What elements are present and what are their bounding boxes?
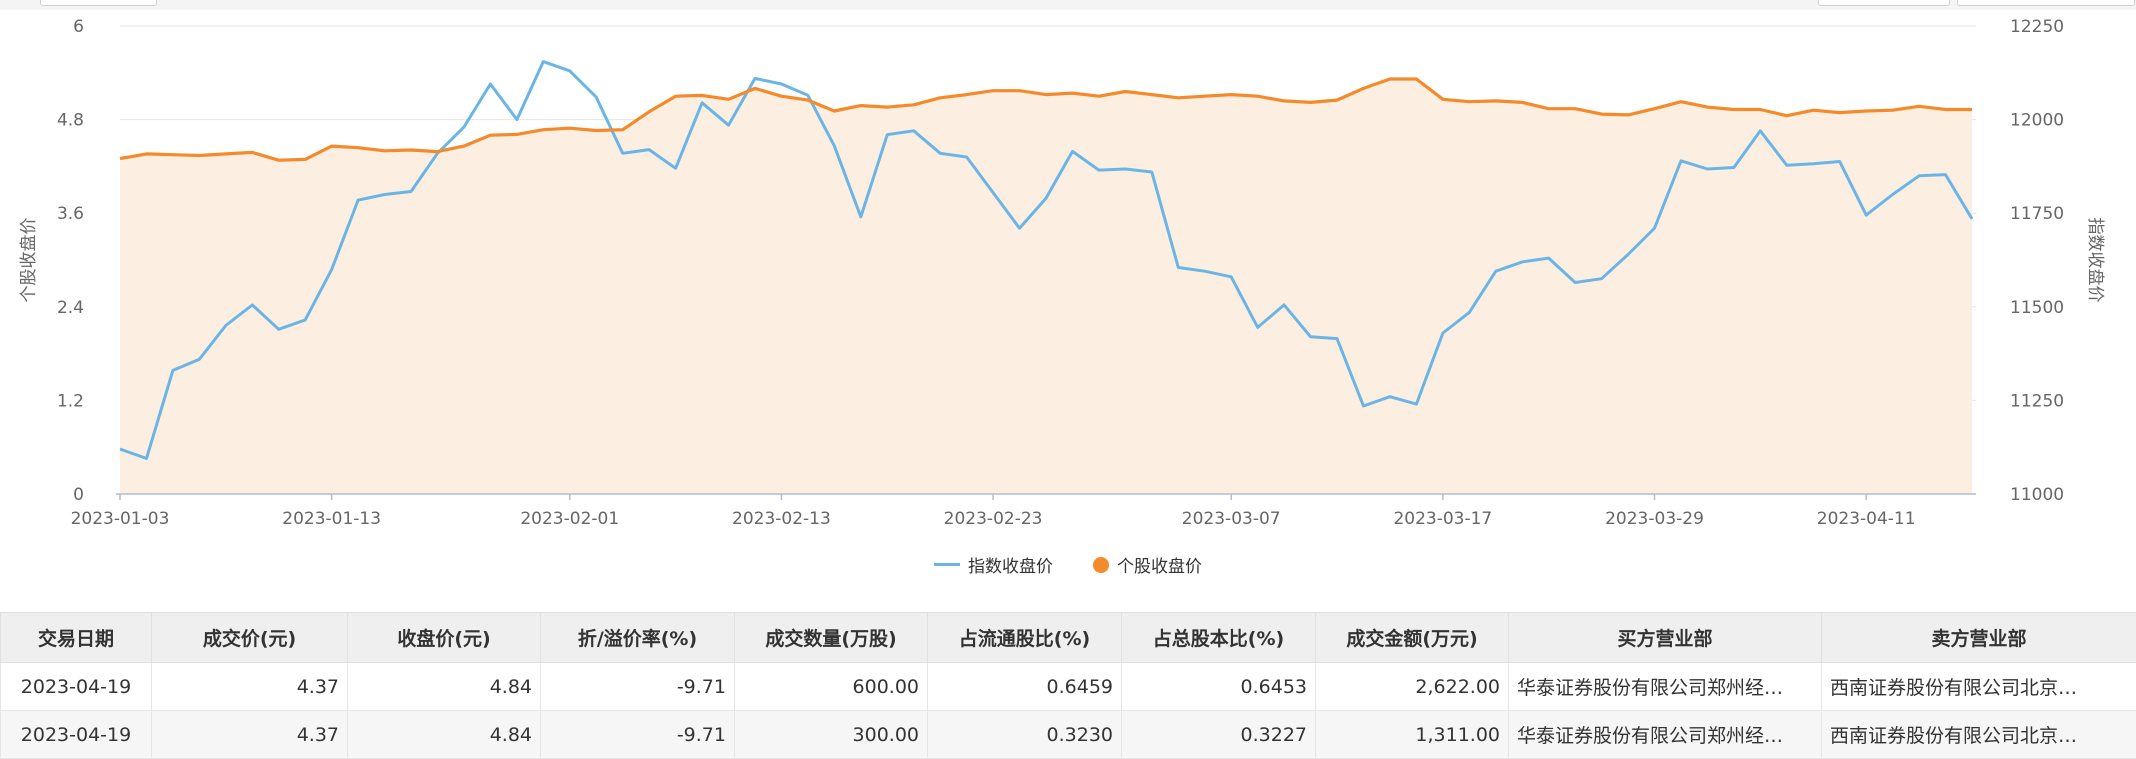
cell-trade-date: 2023-04-19	[1, 711, 152, 759]
cell-buyer[interactable]: 华泰证券股份有限公司郑州经…	[1509, 711, 1822, 759]
legend-item-index[interactable]: 指数收盘价	[934, 552, 1053, 577]
cell-premium-rate: -9.71	[541, 711, 735, 759]
header-close-price[interactable]: 收盘价(元)	[348, 613, 541, 663]
legend-label-stock: 个股收盘价	[1117, 552, 1202, 577]
right-axis-label: 指数收盘价	[2085, 218, 2105, 303]
left-tick-label: 0	[73, 485, 84, 505]
cell-volume: 600.00	[735, 663, 928, 711]
toolbar-button-right-1[interactable]	[1818, 0, 1950, 6]
cell-amount: 1,311.00	[1316, 711, 1509, 759]
x-tick-label: 2023-01-03	[71, 509, 170, 529]
x-tick-label: 2023-01-13	[282, 509, 381, 529]
table-row: 2023-04-19 4.37 4.84 -9.71 600.00 0.6459…	[1, 663, 2136, 711]
cell-seller[interactable]: 西南证券股份有限公司北京…	[1822, 711, 2136, 759]
cell-close-price: 4.84	[348, 711, 541, 759]
legend-line-icon	[934, 563, 960, 566]
table-row: 2023-04-19 4.37 4.84 -9.71 300.00 0.3230…	[1, 711, 2136, 759]
header-float-ratio[interactable]: 占流通股比(%)	[928, 613, 1122, 663]
right-tick-label: 11750	[2010, 204, 2064, 224]
x-tick-label: 2023-04-11	[1817, 509, 1916, 529]
cell-deal-price: 4.37	[152, 711, 348, 759]
cell-premium-rate: -9.71	[541, 663, 735, 711]
x-tick-label: 2023-03-17	[1393, 509, 1492, 529]
toolbar-button-left[interactable]	[40, 0, 157, 6]
legend-dot-icon	[1093, 557, 1109, 573]
right-tick-label: 12000	[2010, 111, 2064, 131]
table-header-row: 交易日期 成交价(元) 收盘价(元) 折/溢价率(%) 成交数量(万股) 占流通…	[1, 613, 2136, 663]
cell-float-ratio: 0.6459	[928, 663, 1122, 711]
cell-deal-price: 4.37	[152, 663, 348, 711]
chart-legend: 指数收盘价 个股收盘价	[0, 552, 2136, 577]
right-tick-label: 12250	[2010, 17, 2064, 37]
price-chart: 0 1.2 2.4 3.6 4.8 6 11000 11250 11500 11750 12000 1…	[0, 10, 2136, 550]
stock-price-area	[120, 79, 1972, 494]
left-tick-label: 2.4	[57, 298, 84, 318]
right-tick-label: 11000	[2010, 485, 2064, 505]
toolbar-button-right-2[interactable]	[1957, 0, 2135, 6]
header-total-ratio[interactable]: 占总股本比(%)	[1122, 613, 1316, 663]
left-tick-label: 3.6	[57, 204, 84, 224]
legend-label-index: 指数收盘价	[968, 552, 1053, 577]
cell-float-ratio: 0.3230	[928, 711, 1122, 759]
cell-total-ratio: 0.6453	[1122, 663, 1316, 711]
x-tick-label: 2023-02-01	[520, 509, 619, 529]
left-axis-label: 个股收盘价	[19, 218, 39, 303]
cell-close-price: 4.84	[348, 663, 541, 711]
x-tick-label: 2023-02-23	[944, 509, 1043, 529]
left-tick-label: 4.8	[57, 111, 84, 131]
x-tick-label: 2023-02-13	[732, 509, 831, 529]
cell-seller[interactable]: 西南证券股份有限公司北京…	[1822, 663, 2136, 711]
left-tick-label: 6	[73, 17, 84, 37]
cell-total-ratio: 0.3227	[1122, 711, 1316, 759]
x-tick-label: 2023-03-29	[1605, 509, 1704, 529]
header-premium-rate[interactable]: 折/溢价率(%)	[541, 613, 735, 663]
top-toolbar-strip	[0, 0, 2136, 10]
right-tick-label: 11500	[2010, 298, 2064, 318]
header-buyer[interactable]: 买方营业部	[1509, 613, 1822, 663]
header-seller[interactable]: 卖方营业部	[1822, 613, 2136, 663]
x-tick-label: 2023-03-07	[1182, 509, 1281, 529]
cell-trade-date: 2023-04-19	[1, 663, 152, 711]
header-amount[interactable]: 成交金额(万元)	[1316, 613, 1509, 663]
left-tick-label: 1.2	[57, 391, 84, 411]
cell-amount: 2,622.00	[1316, 663, 1509, 711]
cell-buyer[interactable]: 华泰证券股份有限公司郑州经…	[1509, 663, 1822, 711]
header-deal-price[interactable]: 成交价(元)	[152, 613, 348, 663]
header-trade-date[interactable]: 交易日期	[1, 613, 152, 663]
right-tick-label: 11250	[2010, 391, 2064, 411]
header-volume[interactable]: 成交数量(万股)	[735, 613, 928, 663]
legend-item-stock[interactable]: 个股收盘价	[1093, 552, 1202, 577]
block-trade-table: 交易日期 成交价(元) 收盘价(元) 折/溢价率(%) 成交数量(万股) 占流通…	[0, 612, 2136, 759]
cell-volume: 300.00	[735, 711, 928, 759]
